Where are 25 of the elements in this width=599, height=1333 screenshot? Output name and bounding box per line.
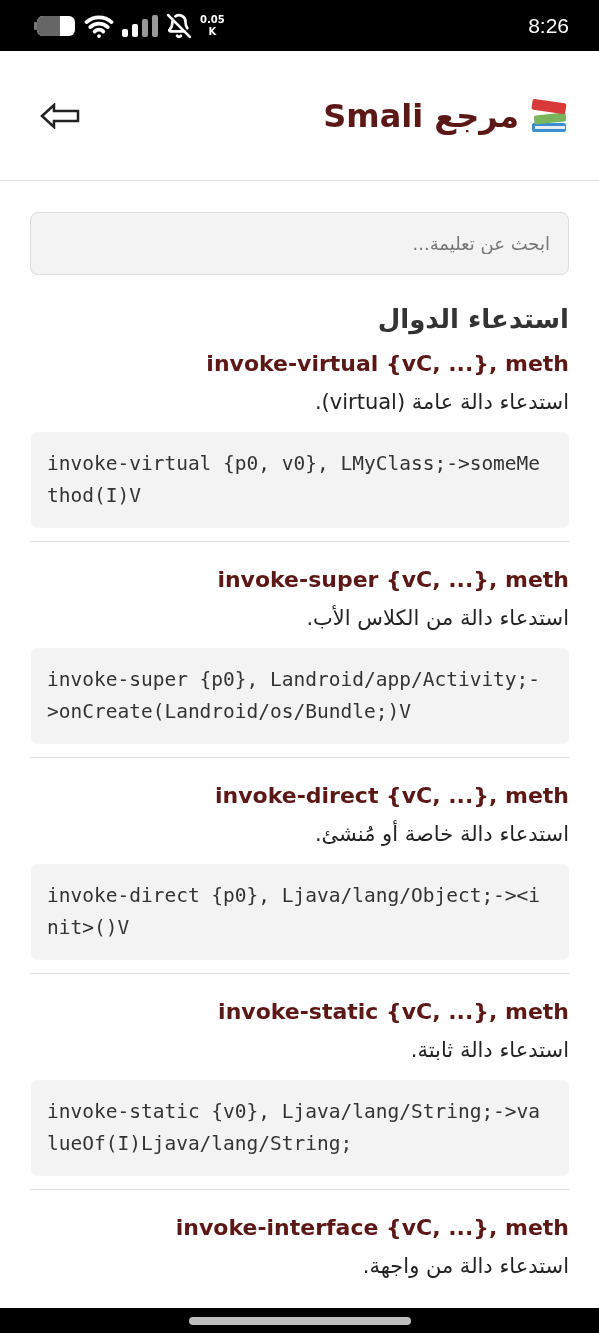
code-example: invoke-static {v0}, Ljava/lang/String;->valueOf(I)Ljava/lang/String; [31,1080,569,1176]
instruction-description: استدعاء دالة ثابتة. [409,1037,569,1064]
instruction-title: invoke-super {vC, ...}, meth [216,566,569,594]
instruction-description: استدعاء دالة من الكلاس الأب. [305,604,569,632]
home-indicator[interactable] [188,1316,411,1325]
back-button[interactable] [40,100,82,131]
clock-time: 8:26 [528,13,569,38]
code-example: invoke-virtual {p0, v0}, LMyClass;->someMethod(I)V [31,432,569,528]
instruction-title: invoke-interface {vC, ...}, meth [174,1214,569,1242]
instruction-title: invoke-direct {vC, ...}, meth [214,782,569,810]
instruction-description: استدعاء دالة عامة (virtual). [313,389,569,416]
instruction-title: invoke-virtual {vC, ...}, meth [205,350,569,378]
code-example: invoke-super {p0}, Landroid/app/Activity;->onCreate(Landroid/os/Bundle;)V [31,648,569,744]
page-title: مرجع Smali [323,96,519,135]
instruction-description: استدعاء دالة من واجهة. [361,1253,569,1280]
bell-muted-icon [166,12,192,39]
battery-icon [34,14,76,37]
data-speed: 0.05 [200,13,225,26]
instruction-description: استدعاء دالة خاصة أو مُنشئ. [313,819,569,848]
section-heading: استدعاء الدوال [376,303,569,337]
code-example: invoke-direct {p0}, Ljava/lang/Object;-><init>()V [31,864,569,960]
instruction-title: invoke-static {vC, ...}, meth [217,998,569,1026]
search-field[interactable]: ابحث عن تعليمة... [30,212,569,275]
signal-icon [122,14,158,37]
data-unit: K [208,25,217,38]
